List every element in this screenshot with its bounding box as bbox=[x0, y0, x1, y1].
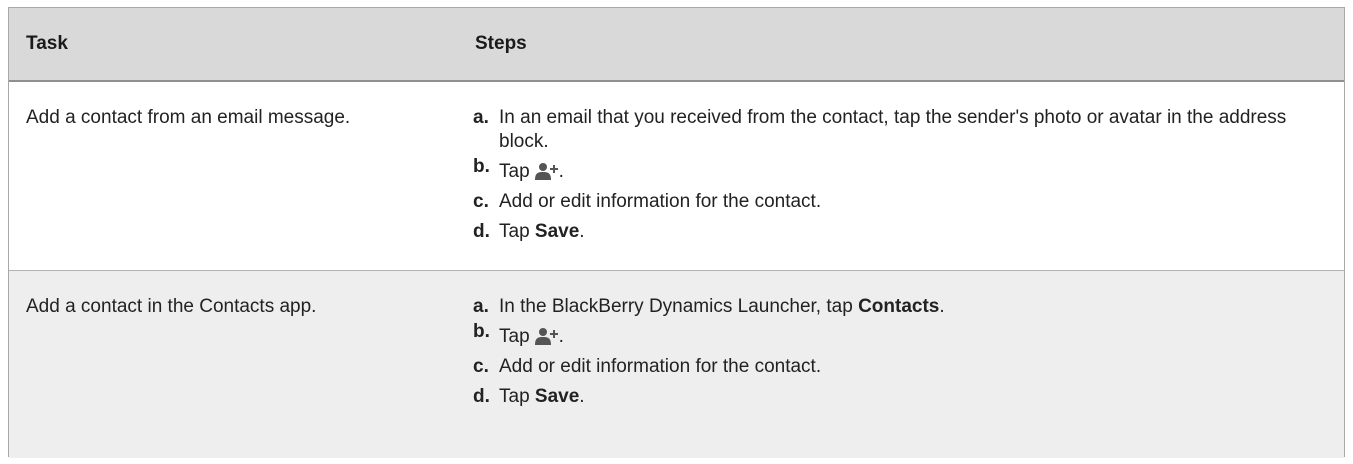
step-b: b. Tap . bbox=[473, 321, 1333, 349]
step-a: a. In an email that you received from th… bbox=[473, 106, 1333, 154]
contacts-label: Contacts bbox=[858, 296, 940, 317]
step-text: Add or edit information for the contact. bbox=[499, 191, 822, 212]
task-steps-table: Task Steps Add a contact from an email m… bbox=[8, 7, 1345, 458]
step-text: Add or edit information for the contact. bbox=[499, 356, 822, 377]
step-b: b. Tap . bbox=[473, 156, 1333, 184]
save-label: Save bbox=[534, 221, 580, 242]
step-letter: a. bbox=[473, 107, 489, 128]
table-header-row: Task Steps bbox=[9, 8, 1344, 82]
step-d: d. Tap Save. bbox=[473, 220, 1333, 244]
step-text: Tap bbox=[499, 221, 535, 242]
step-a: a. In the BlackBerry Dynamics Launcher, … bbox=[473, 295, 1333, 319]
table-row: Add a contact in the Contacts app. a. In… bbox=[9, 271, 1344, 458]
step-letter: b. bbox=[473, 321, 490, 342]
step-text-end: . bbox=[558, 326, 564, 347]
step-letter: c. bbox=[473, 356, 489, 377]
step-text-end: . bbox=[579, 386, 585, 407]
steps-list: a. In the BlackBerry Dynamics Launcher, … bbox=[473, 295, 1333, 415]
table-row: Add a contact from an email message. a. … bbox=[9, 82, 1344, 271]
header-steps: Steps bbox=[475, 33, 527, 54]
header-task: Task bbox=[26, 33, 68, 54]
step-text-end: . bbox=[579, 221, 585, 242]
task-cell: Add a contact from an email message. bbox=[26, 107, 351, 128]
step-text: In the BlackBerry Dynamics Launcher, tap bbox=[499, 296, 859, 317]
step-letter: a. bbox=[473, 296, 489, 317]
step-c: c. Add or edit information for the conta… bbox=[473, 355, 1333, 379]
steps-list: a. In an email that you received from th… bbox=[473, 106, 1333, 250]
step-text: In an email that you received from the c… bbox=[499, 107, 1287, 152]
step-text-end: . bbox=[939, 296, 945, 317]
step-c: c. Add or edit information for the conta… bbox=[473, 190, 1333, 214]
step-text: Tap bbox=[499, 161, 530, 182]
step-d: d. Tap Save. bbox=[473, 385, 1333, 409]
add-contact-icon bbox=[534, 163, 558, 180]
step-text-end: . bbox=[558, 161, 564, 182]
task-cell: Add a contact in the Contacts app. bbox=[26, 296, 317, 317]
save-label: Save bbox=[534, 386, 580, 407]
step-letter: d. bbox=[473, 221, 490, 242]
step-letter: b. bbox=[473, 156, 490, 177]
step-text: Tap bbox=[499, 386, 535, 407]
step-letter: d. bbox=[473, 386, 490, 407]
step-text: Tap bbox=[499, 326, 530, 347]
add-contact-icon bbox=[534, 328, 558, 345]
step-letter: c. bbox=[473, 191, 489, 212]
